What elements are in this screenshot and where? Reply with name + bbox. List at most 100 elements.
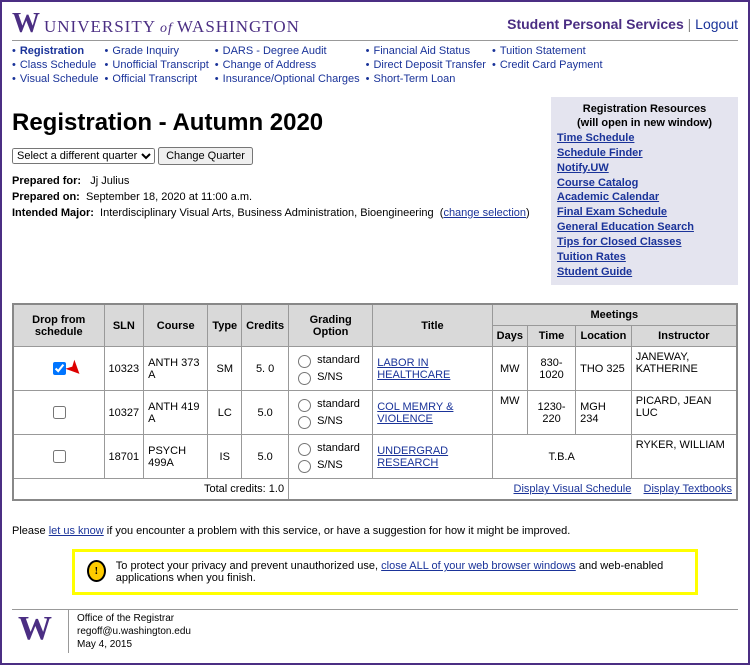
sps-bar: Student Personal Services | Logout (507, 16, 738, 32)
nav-official-transcript[interactable]: Official Transcript (112, 73, 197, 85)
instr-1: PICARD, JEAN LUC (631, 391, 737, 435)
logout-link[interactable]: Logout (695, 16, 738, 32)
footer-office: Office of the Registrar (77, 612, 191, 625)
page-title: Registration - Autumn 2020 (12, 109, 541, 137)
registration-table: Drop from schedule SLN Course Type Credi… (12, 303, 738, 501)
th-location: Location (576, 326, 632, 347)
privacy-notice: ! To protect your privacy and prevent un… (72, 549, 698, 595)
sb-gen-ed-search[interactable]: General Education Search (557, 220, 732, 235)
sidebar-title: Registration Resources (557, 103, 732, 115)
display-visual-schedule-link[interactable]: Display Visual Schedule (514, 483, 632, 495)
nav-registration[interactable]: Registration (20, 45, 84, 57)
nav-finaid[interactable]: Financial Aid Status (373, 45, 470, 57)
header: W UNIVERSITY of WASHINGTON Student Perso… (12, 8, 738, 41)
th-course: Course (144, 304, 208, 347)
change-selection-link[interactable]: change selection (443, 207, 526, 219)
display-textbooks-link[interactable]: Display Textbooks (644, 483, 732, 495)
type-1: LC (208, 391, 242, 435)
type-2: IS (208, 435, 242, 479)
brand-washington: WASHINGTON (177, 17, 300, 37)
table-row: 10327 ANTH 419 A LC 5.0 standardS/NS COL… (13, 391, 737, 435)
close-windows-link[interactable]: close ALL of your web browser windows (381, 560, 576, 572)
sb-notify-uw[interactable]: Notify.UW (557, 161, 732, 176)
let-us-know-link[interactable]: let us know (49, 525, 104, 537)
th-sln: SLN (104, 304, 144, 347)
loc-0: THO 325 (576, 347, 632, 391)
th-grading: Grading Option (289, 304, 373, 347)
nav-credit-card[interactable]: Credit Card Payment (500, 59, 603, 71)
footer-w-icon: W (12, 610, 58, 648)
sb-final-exam[interactable]: Final Exam Schedule (557, 205, 732, 220)
nav-dars[interactable]: DARS - Degree Audit (223, 45, 327, 57)
problem-text: Please let us know if you encounter a pr… (12, 525, 738, 537)
type-0: SM (208, 347, 242, 391)
sb-student-guide[interactable]: Student Guide (557, 265, 732, 280)
th-drop: Drop from schedule (13, 304, 104, 347)
major-value: Interdisciplinary Visual Arts, Business … (100, 207, 434, 219)
th-credits: Credits (242, 304, 289, 347)
sidebar-subtitle: (will open in new window) (557, 117, 732, 129)
brand-w: W (12, 8, 40, 40)
title-link-1[interactable]: COL MEMRY & VIOLENCE (377, 401, 453, 425)
grading-sns-0[interactable] (298, 372, 311, 385)
nav: Registration Class Schedule Visual Schedul… (12, 41, 738, 87)
nav-direct-deposit[interactable]: Direct Deposit Transfer (373, 59, 485, 71)
footer-email: regoff@u.washington.edu (77, 625, 191, 638)
title-link-0[interactable]: LABOR IN HEALTHCARE (377, 357, 450, 381)
th-type: Type (208, 304, 242, 347)
prepared-on-value: September 18, 2020 at 11:00 a.m. (86, 191, 252, 203)
course-2: PSYCH 499A (144, 435, 208, 479)
sb-tips-closed[interactable]: Tips for Closed Classes (557, 235, 732, 250)
drop-checkbox-0[interactable] (53, 362, 66, 375)
grading-standard-0[interactable] (298, 355, 311, 368)
nav-insurance[interactable]: Insurance/Optional Charges (223, 73, 360, 85)
time-0: 830-1020 (527, 347, 575, 391)
prepared-for-value: Jj Julius (90, 175, 129, 187)
warning-icon: ! (87, 560, 106, 582)
grading-sns-2[interactable] (298, 460, 311, 473)
grading-1: standardS/NS (289, 391, 373, 435)
grading-0: standardS/NS (289, 347, 373, 391)
drop-checkbox-2[interactable] (53, 450, 66, 463)
change-quarter-button[interactable]: Change Quarter (158, 147, 253, 165)
total-credits: Total credits: 1.0 (13, 479, 289, 501)
nav-unofficial-transcript[interactable]: Unofficial Transcript (112, 59, 208, 71)
loc-1: MGH 234 (576, 391, 632, 435)
credits-2: 5.0 (242, 435, 289, 479)
nav-class-schedule[interactable]: Class Schedule (20, 59, 96, 71)
days-0: MW (492, 347, 527, 391)
sb-schedule-finder[interactable]: Schedule Finder (557, 146, 732, 161)
meta: Prepared for: Jj Julius Prepared on: Sep… (12, 175, 541, 219)
grading-sns-1[interactable] (298, 416, 311, 429)
drop-checkbox-1[interactable] (53, 406, 66, 419)
sps-title: Student Personal Services (507, 16, 684, 32)
th-title: Title (373, 304, 492, 347)
sb-time-schedule[interactable]: Time Schedule (557, 131, 732, 146)
table-row: 18701 PSYCH 499A IS 5.0 standardS/NS UND… (13, 435, 737, 479)
instr-2: RYKER, WILLIAM (631, 435, 737, 479)
sb-tuition-rates[interactable]: Tuition Rates (557, 250, 732, 265)
th-instructor: Instructor (631, 326, 737, 347)
grading-standard-1[interactable] (298, 399, 311, 412)
prepared-on-label: Prepared on: (12, 191, 80, 203)
days-1: MW (492, 391, 527, 435)
nav-visual-schedule[interactable]: Visual Schedule (20, 73, 99, 85)
sb-course-catalog[interactable]: Course Catalog (557, 176, 732, 191)
quarter-select[interactable]: Select a different quarter (12, 148, 155, 164)
title-link-2[interactable]: UNDERGRAD RESEARCH (377, 445, 448, 469)
nav-change-address[interactable]: Change of Address (223, 59, 317, 71)
tba-2: T.B.A (492, 435, 631, 479)
sb-academic-calendar[interactable]: Academic Calendar (557, 190, 732, 205)
prepared-for-label: Prepared for: (12, 175, 81, 187)
nav-tuition-statement[interactable]: Tuition Statement (500, 45, 586, 57)
nav-short-term-loan[interactable]: Short-Term Loan (373, 73, 455, 85)
sidebar: Registration Resources (will open in new… (551, 97, 738, 285)
th-days: Days (492, 326, 527, 347)
credits-1: 5.0 (242, 391, 289, 435)
sln-0: 10323 (104, 347, 144, 391)
sln-2: 18701 (104, 435, 144, 479)
grading-2: standardS/NS (289, 435, 373, 479)
nav-grade-inquiry[interactable]: Grade Inquiry (112, 45, 179, 57)
grading-standard-2[interactable] (298, 443, 311, 456)
course-0: ANTH 373 A (144, 347, 208, 391)
